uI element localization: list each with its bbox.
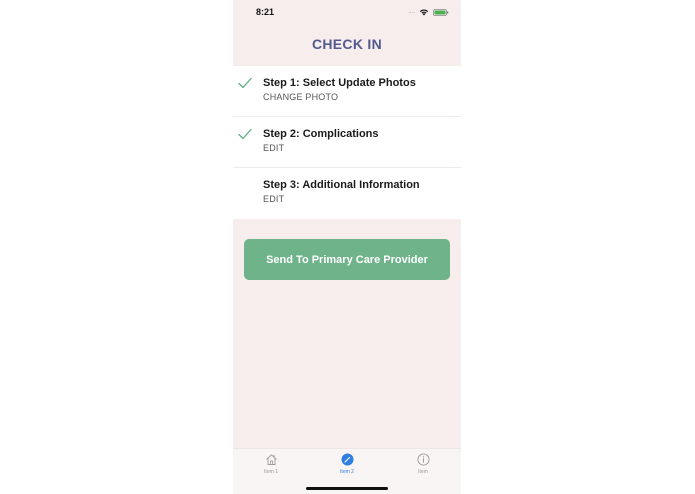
- check-icon: [238, 128, 252, 140]
- send-to-provider-button[interactable]: Send To Primary Care Provider: [244, 239, 450, 280]
- tab-item-2[interactable]: Item 2: [322, 453, 372, 475]
- step-title: Step 3: Additional Information: [263, 179, 420, 191]
- tab-label: Item 1: [264, 469, 278, 475]
- compose-icon: [341, 453, 353, 466]
- step-row-2[interactable]: Step 2: Complications EDIT: [233, 117, 461, 168]
- change-photo-link[interactable]: CHANGE PHOTO: [263, 92, 338, 102]
- step-title: Step 1: Select Update Photos: [263, 77, 416, 89]
- step-list: Step 1: Select Update Photos CHANGE PHOT…: [233, 66, 461, 219]
- step-row-3[interactable]: Step 3: Additional Information EDIT: [233, 168, 461, 219]
- check-icon: [238, 77, 252, 89]
- step-title: Step 2: Complications: [263, 128, 379, 140]
- battery-icon: [433, 8, 449, 16]
- edit-link[interactable]: EDIT: [263, 143, 284, 153]
- wifi-icon: [419, 9, 429, 16]
- status-indicators: ....: [408, 7, 449, 17]
- home-icon: [265, 454, 277, 465]
- step-row-1[interactable]: Step 1: Select Update Photos CHANGE PHOT…: [233, 66, 461, 117]
- signal-icon: ....: [408, 9, 415, 15]
- tab-item-1[interactable]: Item 1: [246, 453, 296, 475]
- home-indicator[interactable]: [306, 487, 388, 490]
- info-icon: [416, 453, 430, 466]
- edit-link[interactable]: EDIT: [263, 194, 284, 204]
- tab-label: Item 2: [340, 469, 354, 475]
- status-time: 8:21: [256, 7, 275, 17]
- status-bar: 8:21 ....: [233, 0, 461, 24]
- tab-label: Item: [418, 469, 428, 475]
- phone-screen: 8:21 .... CHECK IN Step 1: Select Update…: [233, 0, 461, 494]
- page-title: CHECK IN: [311, 36, 383, 52]
- tab-item-3[interactable]: Item: [398, 453, 448, 475]
